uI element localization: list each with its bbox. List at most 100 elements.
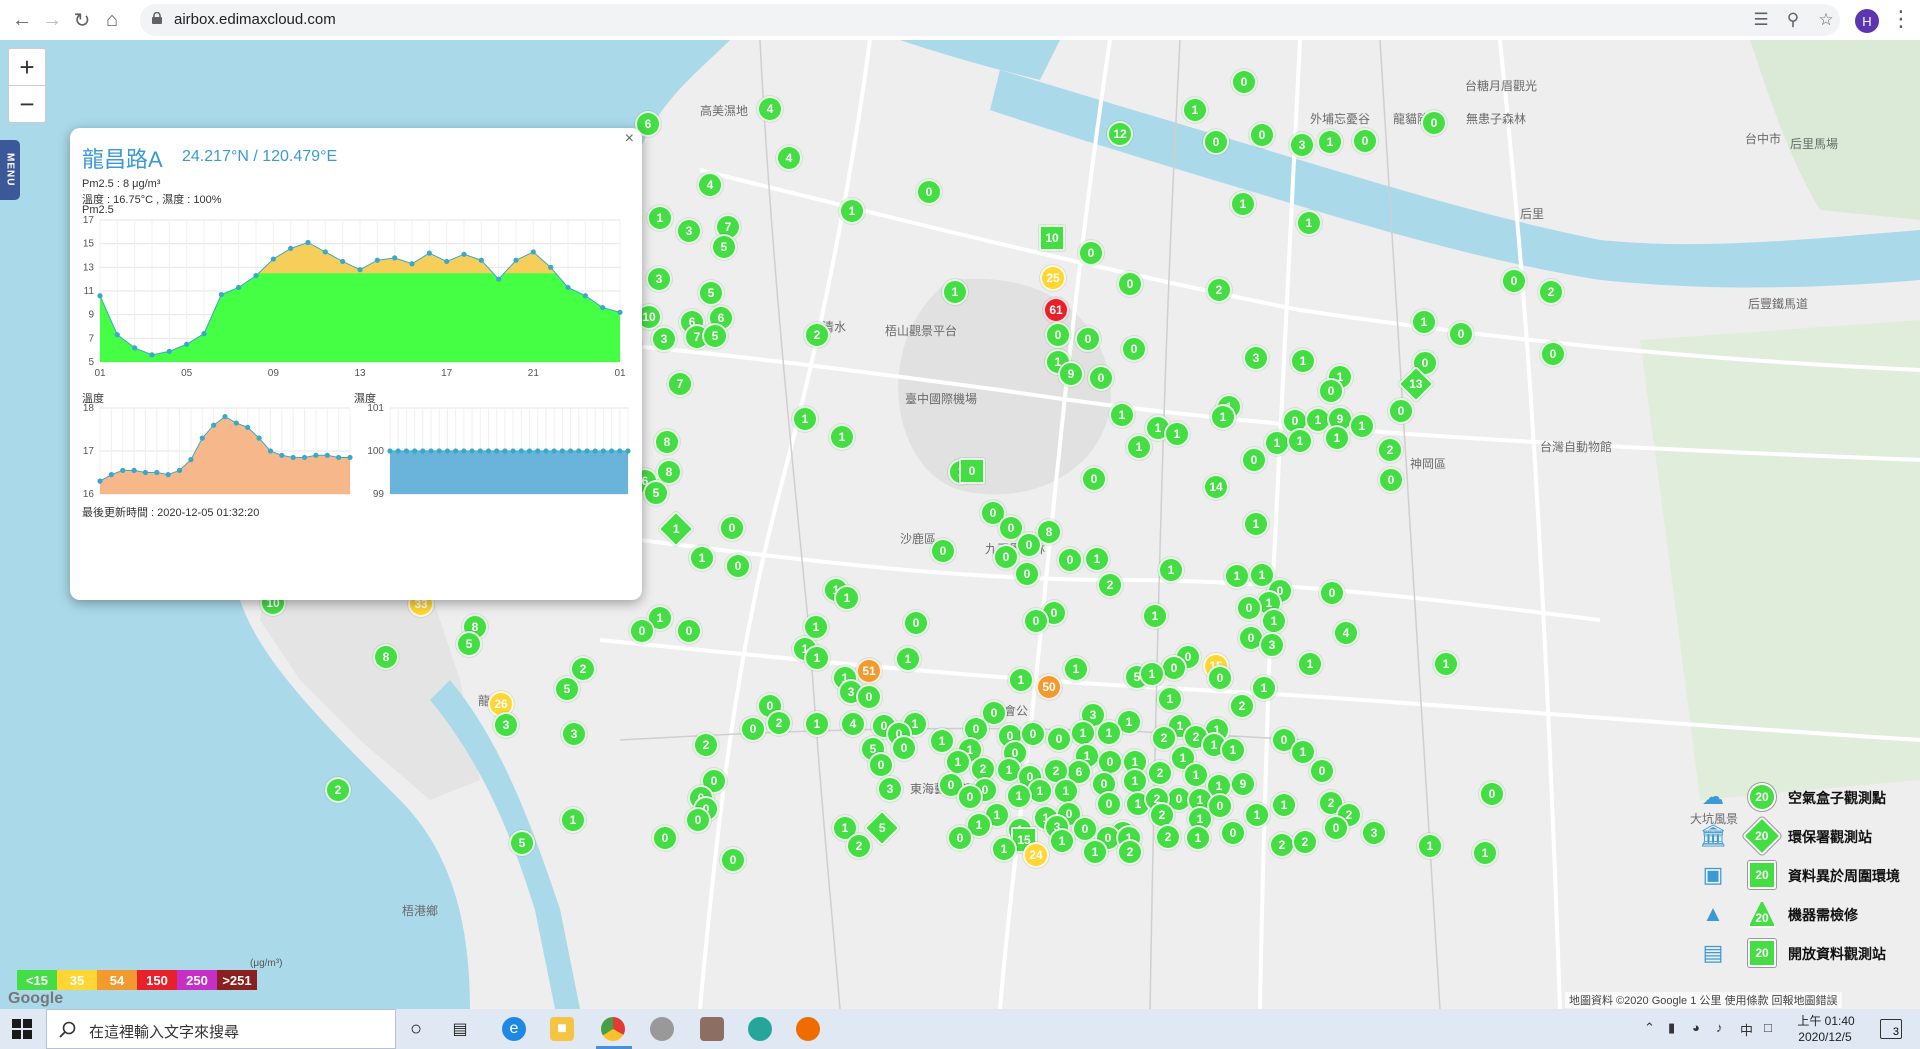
sensor-marker[interactable]: 0 [719, 515, 745, 541]
sensor-marker[interactable]: 1 [839, 198, 865, 224]
sensor-marker[interactable]: 3 [1243, 345, 1269, 371]
sensor-marker[interactable]: 1 [792, 406, 818, 432]
sensor-marker[interactable]: 2 [1147, 760, 1173, 786]
sensor-marker[interactable]: 0 [1088, 365, 1114, 391]
notification-center-icon[interactable]: 3 [1880, 1019, 1902, 1039]
sensor-marker[interactable]: 25 [1040, 265, 1066, 291]
sensor-marker[interactable]: 1 [1210, 404, 1236, 430]
sensor-marker[interactable]: 0 [868, 752, 894, 778]
app-icon-2[interactable] [700, 1017, 724, 1041]
sensor-marker[interactable]: 2 [1155, 824, 1181, 850]
sensor-marker[interactable]: 1 [1049, 828, 1075, 854]
sensor-marker[interactable]: 1 [942, 279, 968, 305]
sensor-marker[interactable]: 24 [1023, 842, 1049, 868]
zoom-in-button[interactable]: + [9, 49, 45, 85]
edge-icon[interactable]: e [502, 1017, 526, 1041]
sensor-marker[interactable]: 0 [1388, 398, 1414, 424]
sensor-marker[interactable]: 9 [1058, 361, 1084, 387]
sensor-marker[interactable]: 0 [1016, 532, 1042, 558]
sensor-marker[interactable]: 0 [1045, 322, 1071, 348]
sensor-marker[interactable]: 12 [1107, 121, 1133, 147]
sensor-marker[interactable]: 3 [676, 218, 702, 244]
sensor-marker[interactable]: 0 [930, 538, 956, 564]
sensor-marker[interactable]: 1 [1164, 421, 1190, 447]
sensor-marker[interactable]: 2 [1538, 279, 1564, 305]
sensor-marker[interactable]: 2 [1229, 693, 1255, 719]
sensor-marker[interactable]: 2 [846, 833, 872, 859]
sensor-marker[interactable]: 0 [685, 807, 711, 833]
sensor-marker[interactable]: 1 [1271, 792, 1297, 818]
sensor-marker[interactable]: 1 [1142, 603, 1168, 629]
sensor-marker[interactable]: 0 [1323, 815, 1349, 841]
sensor-marker[interactable]: 3 [1361, 820, 1387, 846]
sensor-marker[interactable]: 5 [698, 280, 724, 306]
sensor-marker[interactable]: 0 [1318, 378, 1344, 404]
sensor-marker[interactable]: 0 [903, 610, 929, 636]
sensor-marker[interactable]: 5 [711, 234, 737, 260]
sensor-marker[interactable]: 0 [1203, 129, 1229, 155]
sensor-marker[interactable]: 0 [676, 618, 702, 644]
sensor-marker[interactable]: 2 [325, 777, 351, 803]
sensor-marker[interactable]: 1 [1109, 402, 1135, 428]
sensor-marker[interactable]: 3 [651, 326, 677, 352]
sensor-marker[interactable]: 1 [1244, 802, 1270, 828]
sensor-marker[interactable]: 1 [1053, 778, 1079, 804]
clock-date[interactable]: 2020/12/5 [1790, 1030, 1860, 1044]
sensor-marker[interactable]: 5 [643, 480, 669, 506]
sensor-marker[interactable]: 51 [856, 658, 882, 684]
sensor-marker[interactable]: 3 [877, 776, 903, 802]
sensor-marker[interactable]: 0 [1501, 268, 1527, 294]
sensor-marker[interactable]: 0 [1046, 726, 1072, 752]
legend-row[interactable]: ▤ 20 開放資料觀測站 [1700, 936, 1920, 970]
sensor-marker[interactable]: 1 [689, 545, 715, 571]
sensor-marker[interactable]: 0 [629, 618, 655, 644]
sensor-marker[interactable]: 0 [1081, 466, 1107, 492]
sensor-marker[interactable]: 0 [652, 825, 678, 851]
taskbar-search-box[interactable]: 在這裡輸入文字來搜尋 [46, 1009, 396, 1049]
clock-time[interactable]: 上午 01:40 [1796, 1012, 1856, 1029]
sensor-marker[interactable]: 3 [561, 721, 587, 747]
sensor-marker[interactable]: 1 [1157, 686, 1183, 712]
sensor-marker[interactable]: 5 [456, 631, 482, 657]
sensor-marker[interactable]: 1 [1290, 348, 1316, 374]
sensor-marker[interactable]: 0 [1023, 608, 1049, 634]
sensor-marker[interactable]: 5 [509, 830, 535, 856]
browser-menu-icon[interactable]: ⋮ [1890, 6, 1912, 32]
sensor-marker[interactable]: 3 [646, 266, 672, 292]
sensor-marker[interactable]: 3 [493, 712, 519, 738]
sensor-marker[interactable]: 0 [1352, 128, 1378, 154]
sensor-marker[interactable]: 1 [1472, 840, 1498, 866]
sensor-marker[interactable]: 4 [776, 145, 802, 171]
sensor-marker[interactable]: 0 [1249, 122, 1275, 148]
sensor-marker[interactable]: 2 [1292, 829, 1318, 855]
wifi-icon[interactable]: ◕ [1692, 1020, 1700, 1035]
profile-avatar[interactable]: H [1855, 9, 1879, 33]
sensor-marker[interactable]: 4 [697, 172, 723, 198]
sensor-marker[interactable]: 1 [1297, 651, 1323, 677]
ime-mode-icon[interactable]: □ [1764, 1020, 1772, 1035]
cortana-icon[interactable]: ○ [404, 1017, 428, 1041]
sensor-marker[interactable]: 1 [1296, 210, 1322, 236]
sensor-marker[interactable]: 0 [891, 735, 917, 761]
ime-indicator[interactable]: 中 [1740, 1020, 1753, 1039]
sensor-marker[interactable]: 0 [1309, 758, 1335, 784]
back-icon[interactable]: ← [8, 6, 36, 34]
sensor-marker[interactable]: 10 [1039, 225, 1065, 251]
sensor-marker[interactable]: 2 [766, 710, 792, 736]
sensor-marker[interactable]: 1 [1417, 833, 1443, 859]
sensor-marker[interactable]: 0 [1241, 447, 1267, 473]
sensor-marker[interactable]: 1 [1158, 557, 1184, 583]
map-attribution[interactable]: 地圖資料 ©2020 Google 1 公里 使用條款 回報地圖錯誤 [1565, 992, 1842, 1008]
windows-start-icon[interactable] [12, 1019, 32, 1039]
sensor-marker[interactable]: 1 [895, 646, 921, 672]
sensor-marker[interactable]: 1 [1070, 720, 1096, 746]
sensor-marker[interactable]: 2 [804, 322, 830, 348]
sensor-marker[interactable]: 0 [725, 553, 751, 579]
sensor-marker[interactable]: 1 [1264, 430, 1290, 456]
reload-icon[interactable]: ↻ [68, 6, 96, 34]
address-bar[interactable]: airbox.edimaxcloud.com [140, 4, 1840, 36]
sensor-marker[interactable]: 1 [1139, 661, 1165, 687]
sensor-marker[interactable]: 0 [1096, 791, 1122, 817]
sensor-marker[interactable]: 2 [1097, 572, 1123, 598]
legend-row[interactable]: 🏛 20 環保署觀測站 [1699, 816, 1920, 856]
